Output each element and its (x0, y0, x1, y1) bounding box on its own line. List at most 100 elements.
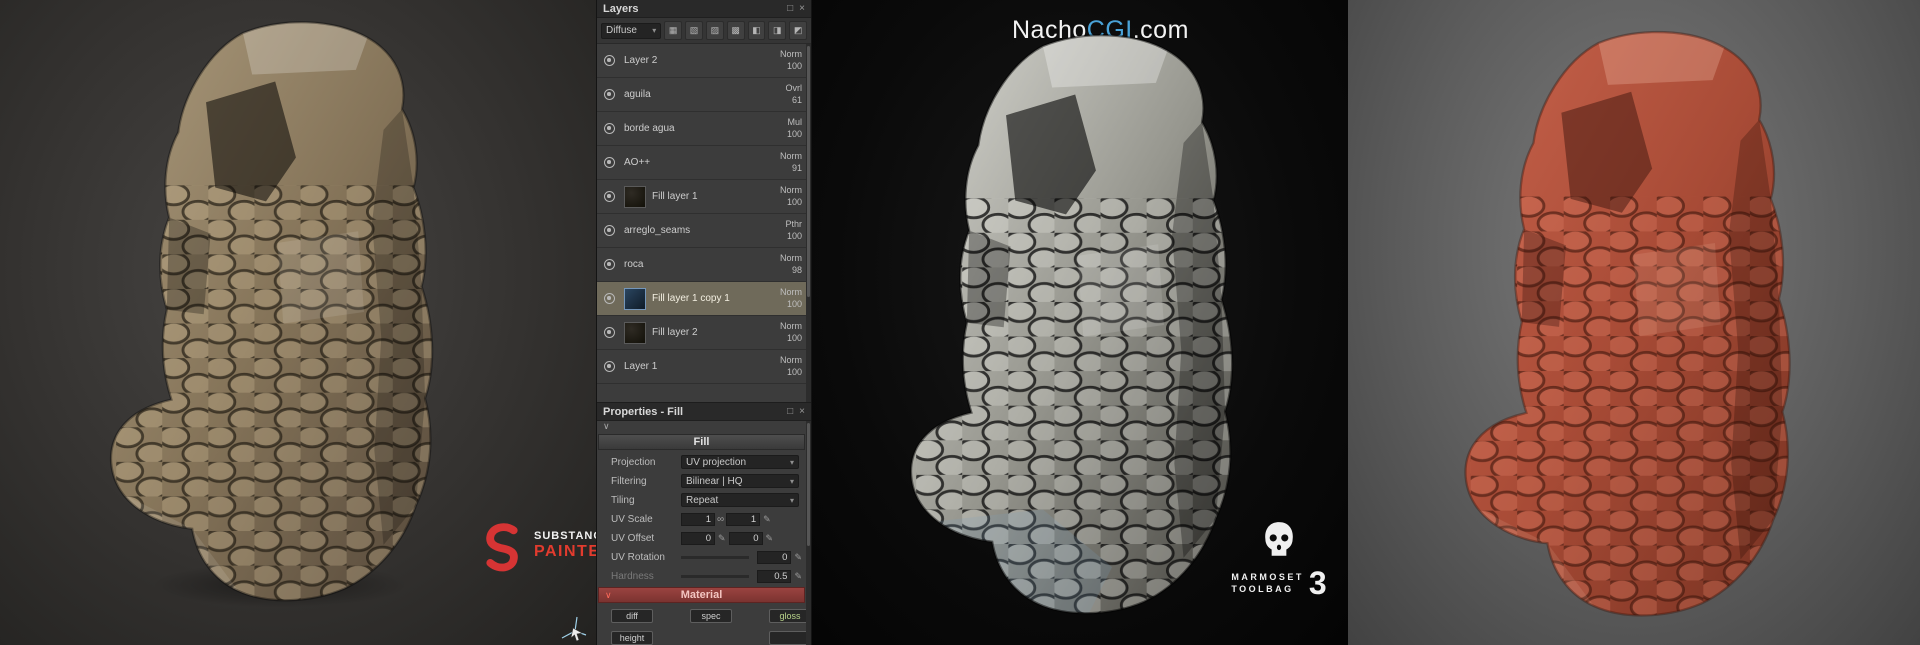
transform-gizmo-icon[interactable] (556, 612, 590, 644)
opacity-value[interactable]: 61 (760, 95, 802, 107)
opacity-value[interactable]: 100 (760, 333, 802, 345)
duplicate-layer-icon[interactable]: ◨ (768, 21, 787, 40)
visibility-toggle-icon[interactable] (604, 361, 615, 372)
panel-float-icon[interactable]: □ (787, 406, 793, 417)
channel-button-partial[interactable] (769, 631, 811, 645)
rock-model[interactable] (870, 25, 1285, 625)
opacity-value[interactable]: 98 (760, 265, 802, 277)
visibility-toggle-icon[interactable] (604, 293, 615, 304)
layer-row-selected[interactable]: Fill layer 1 copy 1 Norm 100 (597, 282, 806, 316)
blend-mode-value[interactable]: Norm (760, 151, 802, 163)
rotation-slider[interactable] (681, 555, 750, 559)
layer-row[interactable]: borde agua Mul 100 (597, 112, 806, 146)
layer-row[interactable]: aguila Ovrl 61 (597, 78, 806, 112)
hardness-slider[interactable] (681, 574, 750, 578)
layer-row[interactable]: arreglo_seams Pthr 100 (597, 214, 806, 248)
add-fill-layer-icon[interactable]: ▧ (685, 21, 703, 40)
blend-mode-value[interactable]: Pthr (760, 219, 802, 231)
visibility-toggle-icon[interactable] (604, 225, 615, 236)
visibility-toggle-icon[interactable] (604, 123, 615, 134)
blend-mode-value[interactable]: Norm (760, 185, 802, 197)
layer-row[interactable]: Layer 1 Norm 100 (597, 350, 806, 384)
edit-icon[interactable]: ✎ (766, 533, 774, 544)
layers-panel: Layers □ × Diffuse ▾ ▦ ▧ ▨ ▩ ◧ ◨ ◩ Layer… (597, 0, 811, 402)
uv-scale-row: UV Scale 1 ∞ 1 ✎ (611, 512, 771, 526)
uv-rotation-input[interactable]: 0 (757, 550, 792, 564)
add-folder-icon[interactable]: ▨ (705, 21, 724, 40)
visibility-toggle-icon[interactable] (604, 259, 615, 270)
hardness-row: Hardness 0.5 ✎ (611, 569, 802, 583)
layers-scrollbar[interactable] (806, 44, 811, 402)
layer-row[interactable]: AO++ Norm 91 (597, 146, 806, 180)
add-mask-icon[interactable]: ◧ (747, 21, 766, 40)
layer-row[interactable]: Fill layer 1 Norm 100 (597, 180, 806, 214)
tiling-dropdown[interactable]: Repeat ▾ (681, 493, 799, 507)
visibility-toggle-icon[interactable] (604, 89, 615, 100)
section-collapse-icon[interactable]: ∨ (603, 421, 610, 434)
properties-scrollbar[interactable] (806, 421, 811, 645)
layer-thumbnail[interactable] (624, 185, 646, 208)
blend-mode-value[interactable]: Norm (760, 355, 802, 367)
opacity-value[interactable]: 100 (760, 129, 802, 141)
visibility-toggle-icon[interactable] (604, 55, 615, 66)
uv-scale-x-input[interactable]: 1 (681, 512, 715, 526)
edit-icon[interactable]: ✎ (794, 552, 802, 563)
marmoset-toolbag-logo: MARMOSET TOOLBAG 3 (1224, 520, 1334, 602)
opacity-value[interactable]: 100 (760, 299, 802, 311)
uv-offset-y-input[interactable]: 0 (728, 531, 763, 545)
layer-row[interactable]: Fill layer 2 Norm 100 (597, 316, 806, 350)
layer-thumbnail[interactable] (624, 321, 646, 344)
edit-icon[interactable]: ✎ (794, 571, 802, 582)
delete-layer-icon[interactable]: ◩ (789, 21, 808, 40)
opacity-value[interactable]: 100 (760, 197, 802, 209)
link-values-icon[interactable]: ∞ (717, 514, 724, 525)
add-layer-icon[interactable]: ▦ (664, 21, 683, 40)
opacity-value[interactable]: 100 (760, 231, 802, 243)
edit-icon[interactable]: ✎ (763, 514, 771, 525)
substance-viewport[interactable]: SUBSTANCE PAINTER (0, 0, 596, 645)
dropdown-caret-icon: ▾ (789, 495, 794, 505)
material-section-header[interactable]: ∨ Material (598, 587, 805, 603)
blend-mode-value[interactable]: Mul (760, 117, 802, 129)
visibility-toggle-icon[interactable] (604, 191, 615, 202)
opacity-value[interactable]: 91 (760, 163, 802, 175)
substance-logo-title: SUBSTANCE (534, 530, 596, 543)
channel-gloss-button[interactable]: gloss (769, 609, 811, 623)
visibility-toggle-icon[interactable] (604, 327, 615, 338)
add-effect-icon[interactable]: ▩ (726, 21, 745, 40)
channel-height-button[interactable]: height (611, 631, 653, 645)
rock-model[interactable] (1424, 22, 1843, 627)
visibility-toggle-icon[interactable] (604, 157, 615, 168)
blend-mode-value[interactable]: Norm (760, 49, 802, 61)
fill-section-header[interactable]: Fill (598, 434, 805, 450)
section-collapse-icon[interactable]: ∨ (605, 590, 612, 601)
edit-icon[interactable]: ✎ (718, 533, 726, 544)
zbrush-viewport[interactable] (1348, 0, 1920, 645)
layers-panel-header: Layers □ × (597, 0, 811, 18)
channel-filter-dropdown[interactable]: Diffuse ▾ (601, 22, 662, 39)
blend-mode-value[interactable]: Norm (760, 253, 802, 265)
layer-row[interactable]: roca Norm 98 (597, 248, 806, 282)
marmoset-logo-icon (1265, 522, 1293, 556)
opacity-value[interactable]: 100 (760, 61, 802, 73)
dropdown-caret-icon: ▾ (789, 476, 794, 486)
hardness-input[interactable]: 0.5 (757, 569, 792, 583)
uv-offset-x-input[interactable]: 0 (681, 531, 715, 545)
channel-spec-button[interactable]: spec (690, 609, 732, 623)
blend-mode-value[interactable]: Ovrl (760, 83, 803, 95)
uv-scale-y-input[interactable]: 1 (726, 512, 761, 526)
opacity-value[interactable]: 100 (760, 367, 802, 379)
marmoset-viewport[interactable]: NachoCGI.com MARMOSET TOOLBAG 3 (812, 0, 1348, 645)
panel-close-icon[interactable]: × (799, 3, 805, 14)
properties-panel-title: Properties - Fill (603, 405, 684, 418)
layer-thumbnail[interactable] (624, 287, 646, 310)
projection-dropdown[interactable]: UV projection ▾ (681, 455, 799, 469)
panel-close-icon[interactable]: × (799, 406, 805, 417)
layer-row[interactable]: Layer 2 Norm 100 (597, 44, 806, 78)
filtering-dropdown[interactable]: Bilinear | HQ ▾ (681, 474, 799, 488)
blend-mode-value[interactable]: Norm (760, 321, 802, 333)
panel-float-icon[interactable]: □ (787, 3, 793, 14)
channel-diff-button[interactable]: diff (611, 609, 653, 623)
rock-model[interactable] (70, 12, 485, 612)
blend-mode-value[interactable]: Norm (760, 287, 802, 299)
